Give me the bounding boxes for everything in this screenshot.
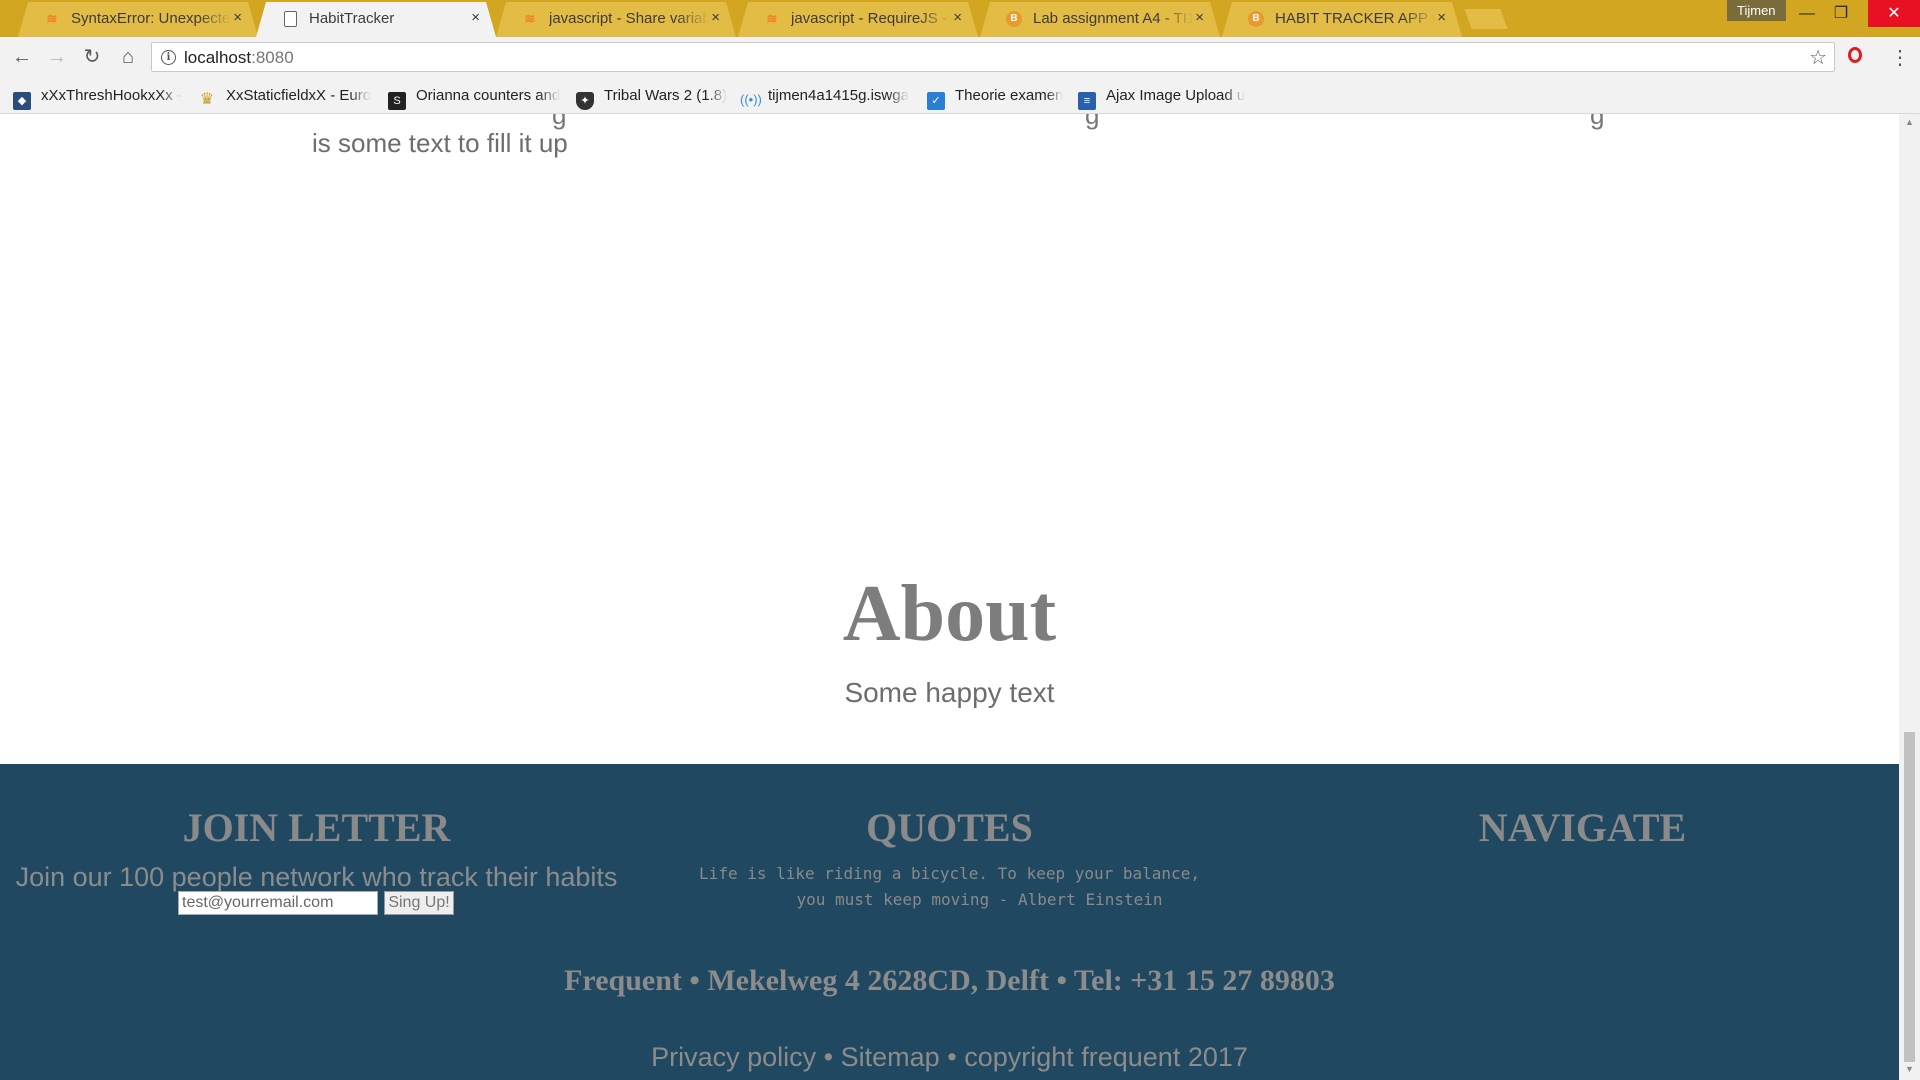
info-icon[interactable]: i: [161, 50, 176, 65]
broadcast-icon: ((•)): [740, 92, 762, 107]
tab-habit-tracker-app-des[interactable]: B HABIT TRACKER APP DES ×: [1222, 2, 1462, 37]
bookmark-label: Orianna counters and: [416, 87, 561, 104]
quotes-heading: QUOTES: [866, 805, 1033, 850]
scrollbar-thumb[interactable]: [1904, 732, 1915, 1062]
signup-button[interactable]: Sing Up!: [384, 891, 454, 915]
stackoverflow-icon: ≋: [524, 11, 536, 26]
maximize-icon[interactable]: ❐: [1818, 0, 1864, 27]
tab-title: Lab assignment A4 - TI15: [1033, 10, 1193, 27]
window-close-icon[interactable]: ✕: [1868, 0, 1920, 27]
quote-text: Life is like riding a bicycle. To keep y…: [633, 861, 1266, 913]
separator: •: [823, 1042, 834, 1072]
tab-syntaxerror[interactable]: ≋ SyntaxError: Unexpected ×: [18, 2, 258, 37]
scroll-down-arrow-icon[interactable]: ▼: [1899, 1061, 1920, 1078]
email-field[interactable]: [178, 891, 378, 915]
privacy-policy-link[interactable]: Privacy policy: [651, 1042, 816, 1072]
tab-lab-assignment[interactable]: B Lab assignment A4 - TI15 ×: [980, 2, 1220, 37]
join-letter-heading: JOIN LETTER: [182, 805, 451, 850]
home-icon[interactable]: ⌂: [116, 45, 140, 69]
url-port: :8080: [251, 48, 294, 67]
close-icon[interactable]: ×: [1437, 9, 1446, 26]
quote-line: Life is like riding a bicycle. To keep y…: [699, 864, 1200, 883]
page-viewport: g g g is some text to fill it up About S…: [0, 114, 1899, 1080]
tab-title: HabitTracker: [309, 10, 395, 27]
shield-icon: ✦: [576, 92, 594, 110]
about-text: Some happy text: [844, 677, 1055, 708]
text-fragment: g: [1085, 114, 1100, 130]
legal-links: Privacy policy • Sitemap • copyright fre…: [0, 1042, 1899, 1073]
bookmark-item[interactable]: ≡ Ajax Image Upload u: [1078, 87, 1246, 110]
bookmark-item[interactable]: ✦ Tribal Wars 2 (1.8): [576, 87, 728, 110]
bookmark-label: Tribal Wars 2 (1.8): [604, 87, 728, 104]
bookmark-item[interactable]: ✓ Theorie examen: [927, 87, 1064, 110]
page-scrollbar[interactable]: ▲ ▼: [1899, 114, 1920, 1080]
scroll-up-arrow-icon[interactable]: ▲: [1899, 114, 1920, 131]
bookmark-item[interactable]: ♛ XxStaticfieldxX - Euro: [198, 87, 372, 108]
filler-text: is some text to fill it up: [312, 128, 568, 158]
new-tab-button[interactable]: [1464, 9, 1508, 29]
tab-title: HABIT TRACKER APP DES: [1275, 10, 1428, 27]
bookmark-item[interactable]: ((•)) tijmen4a1415g.iswga: [740, 87, 909, 107]
copyright-text: copyright frequent 2017: [964, 1042, 1248, 1072]
bookmark-star-icon[interactable]: ☆: [1809, 45, 1827, 70]
doc-icon: ≡: [1078, 92, 1096, 110]
join-text: Join our 100 people network who track th…: [15, 862, 618, 892]
close-icon[interactable]: ×: [711, 9, 720, 26]
tab-title: SyntaxError: Unexpected: [71, 10, 231, 27]
stackoverflow-icon: ≋: [766, 11, 778, 26]
close-icon[interactable]: ×: [233, 9, 242, 26]
bookmark-item[interactable]: S Orianna counters and: [388, 87, 561, 110]
close-icon[interactable]: ×: [471, 9, 480, 26]
tab-share-variable[interactable]: ≋ javascript - Share variabl ×: [496, 2, 736, 37]
tab-title: javascript - Share variabl: [549, 10, 709, 27]
back-icon[interactable]: ←: [10, 45, 34, 69]
bookmark-label: xXxThreshHookxXx -: [41, 87, 182, 104]
bookmark-label: XxStaticfieldxX - Euro: [226, 87, 372, 104]
bookmarks-bar: ◆ xXxThreshHookxXx - ♛ XxStaticfieldxX - E…: [0, 79, 1920, 114]
tab-title: javascript - RequireJS - p: [791, 10, 951, 27]
text-fragment: g: [1590, 114, 1605, 130]
checkbox-icon: ✓: [927, 92, 945, 110]
tab-strip: ≋ SyntaxError: Unexpected × B HABIT TRAC…: [0, 0, 1920, 37]
address-bar[interactable]: i localhost:8080 ☆: [151, 42, 1835, 72]
footer: JOIN LETTER Join our 100 people network …: [0, 764, 1899, 1080]
document-icon: [284, 11, 297, 27]
bookmark-label: tijmen4a1415g.iswga: [768, 87, 909, 104]
quote-line: you must keep moving - Albert Einstein: [796, 890, 1163, 909]
bookmark-item[interactable]: ◆ xXxThreshHookxXx -: [13, 87, 182, 110]
navigate-heading: NAVIGATE: [1478, 805, 1687, 850]
forward-icon[interactable]: →: [45, 45, 69, 69]
opera-extension-icon[interactable]: [1848, 47, 1862, 63]
separator: •: [947, 1042, 957, 1072]
about-heading: About: [842, 570, 1057, 658]
stackoverflow-icon: ≋: [46, 11, 58, 26]
brightspace-icon: B: [1006, 11, 1022, 27]
company-address: Frequent • Mekelweg 4 2628CD, Delft • Te…: [564, 964, 1335, 997]
reload-icon[interactable]: ↻: [80, 45, 104, 69]
bookmark-label: Ajax Image Upload u: [1106, 87, 1246, 104]
close-icon[interactable]: ×: [953, 9, 962, 26]
profile-button[interactable]: Tijmen: [1727, 0, 1786, 21]
menu-icon[interactable]: ⋮: [1890, 45, 1910, 70]
close-icon[interactable]: ×: [1195, 9, 1204, 26]
brightspace-icon: B: [1248, 11, 1264, 27]
bookmark-label: Theorie examen: [955, 87, 1064, 104]
url-host: localhost: [184, 48, 252, 67]
crown-icon: ♛: [199, 91, 215, 108]
tab-habittracker[interactable]: HabitTracker ×: [256, 2, 496, 37]
sitemap-link[interactable]: Sitemap: [841, 1042, 940, 1072]
browser-toolbar: ← → ↻ ⌂ i localhost:8080 ☆ ⋮: [0, 37, 1920, 79]
s-icon: S: [388, 92, 406, 110]
url-text: localhost:8080: [184, 48, 294, 68]
tab-requirejs[interactable]: ≋ javascript - RequireJS - p ×: [738, 2, 978, 37]
lol-icon: ◆: [13, 92, 31, 110]
